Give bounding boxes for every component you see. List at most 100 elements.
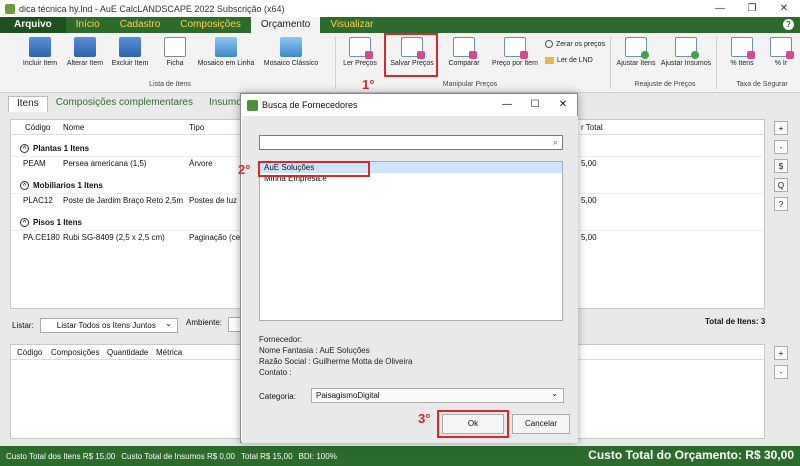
grid2-side-buttons: + - [774, 346, 788, 384]
list-filter: Listar: Listar Todos os Itens Juntos [12, 317, 178, 333]
category-select[interactable]: PaisagismoDigital [311, 387, 564, 403]
tab-visualizar[interactable]: Visualizar [320, 17, 383, 33]
ribbon-tabs: Arquivo Início Cadastro Composições Orça… [0, 17, 800, 33]
percent-insumos-button[interactable]: % Ir [766, 37, 796, 67]
col-composicoes[interactable]: Composições [51, 348, 99, 357]
dialog-app-icon [247, 99, 258, 111]
col-tipo[interactable]: Tipo [189, 123, 204, 132]
col-quantidade[interactable]: Quantidade [107, 348, 148, 357]
alterar-item-button[interactable]: Alterar Item [65, 37, 105, 67]
category-label: Categoria: [259, 392, 296, 401]
ler-precos-button[interactable]: Ler Preços [340, 37, 380, 67]
excluir-item-button[interactable]: Excluir Item [110, 37, 150, 67]
bdi: BDI: 100% [298, 451, 337, 461]
insumos-total: Custo Total de Insumos R$ 0,00 [121, 451, 235, 461]
tab-inicio[interactable]: Início [66, 17, 110, 33]
col-total[interactable]: r Total [581, 123, 603, 132]
group-reajuste-precos: Reajuste de Preços [634, 81, 696, 88]
ribbon-separator [716, 37, 717, 89]
step1-label: 1° [362, 77, 375, 92]
tab-composicoes-complementares[interactable]: Composições complementares [48, 96, 201, 112]
group-mobiliarios[interactable]: ^ Mobiliarios 1 Itens [11, 181, 103, 190]
grid-side-buttons: + - $ Q ? [774, 121, 788, 216]
window-title: dica técnica hy.lnd - AuE CalcLANDSCAPE … [19, 3, 285, 14]
close-icon[interactable]: ✕ [768, 0, 800, 17]
remove-button[interactable]: - [774, 140, 788, 154]
group-plantas[interactable]: ^ Plantas 1 Itens [11, 144, 89, 153]
ajustar-insumos-button[interactable]: Ajustar Insumos [660, 37, 712, 67]
items-total: Custo Total dos Itens R$ 15,00 [6, 451, 116, 461]
document-icon [164, 37, 186, 57]
step3-highlight [437, 410, 509, 438]
price-button[interactable]: $ [774, 159, 788, 173]
total: Total R$ 15,00 [240, 451, 293, 461]
tab-cadastro[interactable]: Cadastro [110, 17, 171, 33]
price-tag-icon [349, 37, 373, 59]
help-button[interactable]: ? [774, 197, 788, 211]
step3-label: 3° [418, 411, 431, 426]
incluir-item-button[interactable]: Incluir Item [22, 37, 58, 67]
cancel-button[interactable]: Cancelar [512, 414, 570, 434]
price-item-icon [504, 37, 528, 59]
add-button[interactable]: + [774, 121, 788, 135]
total-items-label: Total de Itens: 3 [705, 317, 766, 326]
collapse-icon[interactable]: ^ [20, 144, 29, 153]
tab-itens[interactable]: Itens [8, 96, 48, 112]
compare-icon [453, 37, 477, 59]
group-taxa-seguranca: Taxa de Segurar [736, 81, 788, 88]
zero-icon [545, 40, 553, 48]
remove-button[interactable]: - [774, 365, 788, 379]
adjust-items-icon [625, 37, 649, 59]
tab-arquivo[interactable]: Arquivo [0, 17, 66, 33]
col-codigo[interactable]: Código [25, 123, 50, 132]
col-metrica[interactable]: Métrica [156, 348, 182, 357]
zerar-precos-link[interactable]: Zerar os preços [545, 40, 605, 48]
group-pisos[interactable]: ^ Pisos 1 Itens [11, 218, 82, 227]
supplier-info: Fornecedor: Nome Fantasia : AuE Soluções… [259, 335, 413, 377]
list-label: Listar: [12, 321, 34, 330]
col-codigo[interactable]: Código [17, 348, 42, 357]
search-input[interactable]: ⌕ [259, 135, 563, 150]
minimize-icon[interactable]: — [493, 94, 521, 116]
table-delete-icon [119, 37, 141, 57]
image-icon [215, 37, 237, 57]
minimize-icon[interactable]: — [704, 0, 736, 17]
supplier-list: AuE Soluções Minha Empresa.é [259, 161, 563, 321]
ambiente-label: Ambiente: [186, 318, 223, 327]
percent-icon [770, 37, 794, 59]
group-lista-de-itens: Lista de Itens [149, 81, 191, 88]
maximize-icon[interactable]: ☐ [521, 94, 549, 116]
tab-composicoes[interactable]: Composições [170, 17, 251, 33]
restore-icon[interactable]: ❐ [736, 0, 768, 17]
group-manipular-precos: Manipular Preços [442, 81, 498, 88]
mosaic-icon [280, 37, 302, 57]
collapse-icon[interactable]: ^ [20, 181, 29, 190]
step2-highlight [258, 161, 370, 177]
search-icon[interactable]: ⌕ [553, 137, 558, 148]
table-add-icon [29, 37, 51, 57]
collapse-icon[interactable]: ^ [20, 218, 29, 227]
close-icon[interactable]: ✕ [549, 94, 577, 116]
mosaico-classico-button[interactable]: Mosaico Clássico [262, 37, 320, 67]
step2-label: 2° [238, 162, 251, 177]
percent-itens-button[interactable]: % Itens [722, 37, 762, 67]
step1-highlight [384, 33, 438, 77]
mosaico-linha-button[interactable]: Mosaico em Linha [196, 37, 256, 67]
ribbon-separator [335, 37, 336, 89]
busca-fornecedores-dialog: Busca de Fornecedores — ☐ ✕ ⌕ AuE Soluçõ… [240, 93, 578, 443]
help-icon[interactable]: ? [783, 19, 794, 30]
subtabs: Itens Composições complementares Insumos [8, 96, 255, 112]
ler-de-lnd-link[interactable]: Ler de LND [545, 57, 593, 64]
dialog-titlebar: Busca de Fornecedores — ☐ ✕ [241, 94, 577, 116]
ajustar-itens-button[interactable]: Ajustar Itens [614, 37, 658, 67]
search-button[interactable]: Q [774, 178, 788, 192]
ficha-button[interactable]: Ficha [160, 37, 190, 67]
preco-por-item-button[interactable]: Preço por Item [490, 37, 540, 67]
comparar-button[interactable]: Comparar [444, 37, 484, 67]
col-nome[interactable]: Nome [63, 123, 84, 132]
list-select[interactable]: Listar Todos os Itens Juntos [39, 317, 178, 333]
ribbon-separator [610, 37, 611, 89]
status-bar: Custo Total dos Itens R$ 15,00 Custo Tot… [0, 446, 800, 466]
tab-orcamento[interactable]: Orçamento [250, 17, 321, 33]
add-button[interactable]: + [774, 346, 788, 360]
